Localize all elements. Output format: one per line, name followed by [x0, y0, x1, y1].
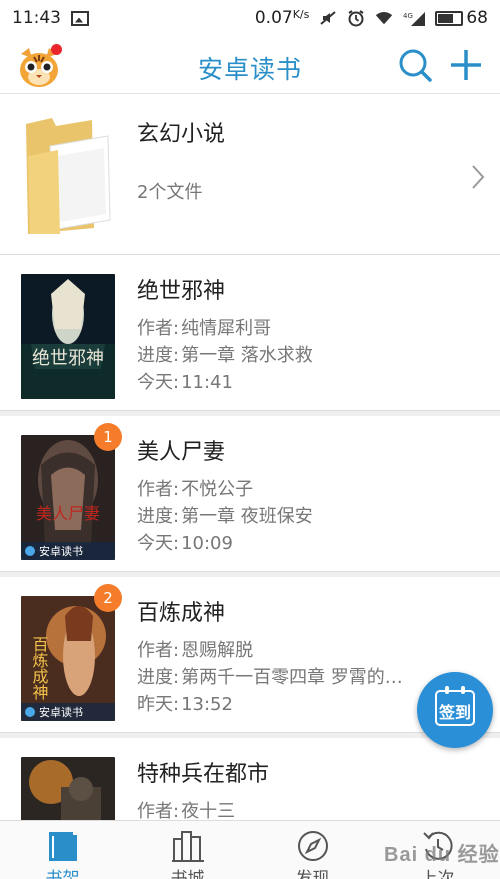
book-cover: 绝世邪神	[21, 274, 115, 399]
svg-text:百炼成神: 百炼成神	[30, 636, 49, 700]
watermark: Bai du 经验	[384, 844, 500, 866]
search-icon	[399, 49, 432, 82]
book-title: 绝世邪神	[137, 279, 226, 304]
folder-row[interactable]: 玄幻小说 2个文件	[0, 94, 500, 255]
add-button[interactable]	[449, 48, 483, 82]
sign-in-label: 签到	[438, 703, 471, 722]
bookstore-icon	[172, 831, 204, 862]
book-author: 作者: 恩赐解脱	[137, 640, 254, 661]
update-badge: 1	[94, 423, 122, 451]
book-author: 作者: 纯情犀利哥	[137, 318, 272, 339]
search-button[interactable]	[398, 48, 432, 82]
plus-icon	[451, 50, 481, 80]
book-cover: 百炼成神 安卓读书	[21, 596, 115, 721]
app-header: 安卓读书	[0, 36, 500, 94]
svg-text:4G: 4G	[403, 12, 413, 20]
status-time: 11:43	[12, 8, 61, 28]
book-item[interactable]: 美人尸妻 安卓读书 1 美人尸妻 作者: 不悦公子 进度: 第一章 夜班保安 今天:…	[0, 416, 500, 572]
svg-text:美人尸妻: 美人尸妻	[36, 504, 100, 523]
nav-label: 发现	[295, 869, 330, 879]
calendar-icon: 签到	[435, 686, 475, 726]
battery-indicator: 68	[435, 8, 488, 28]
folder-icon	[26, 118, 111, 234]
book-title: 特种兵在都市	[137, 762, 270, 787]
nav-bookstore[interactable]: 书城	[125, 821, 250, 879]
folder-title: 玄幻小说	[137, 122, 226, 147]
wifi-icon	[375, 9, 393, 27]
book-progress: 进度: 第一章 夜班保安	[137, 506, 313, 527]
book-title: 美人尸妻	[137, 440, 226, 465]
update-badge: 2	[94, 584, 122, 612]
cover-brand: 安卓读书	[21, 542, 115, 560]
status-bar: 11:43 0.07K/s 4G 68	[0, 0, 500, 36]
book-last-read: 昨天: 13:52	[137, 694, 233, 715]
chevron-right-icon	[472, 165, 485, 189]
nav-bookshelf[interactable]: 书架	[0, 821, 125, 879]
nav-discover[interactable]: 发现	[250, 821, 375, 879]
cover-brand: 安卓读书	[21, 703, 115, 721]
book-cover: 美人尸妻 安卓读书	[21, 435, 115, 560]
mute-icon	[319, 9, 337, 27]
svg-text:绝世邪神: 绝世邪神	[32, 348, 104, 369]
book-progress: 进度: 第两千一百零四章 罗霄的…	[137, 667, 403, 688]
alarm-icon	[347, 9, 365, 27]
nav-label: 书架	[45, 869, 80, 879]
signal-icon: 4G	[403, 9, 426, 27]
book-title: 百炼成神	[137, 601, 226, 626]
book-last-read: 今天: 10:09	[137, 533, 233, 554]
book-last-read: 今天: 11:41	[137, 372, 233, 393]
bookshelf-icon	[49, 832, 77, 861]
battery-percent: 68	[466, 8, 488, 28]
image-notification-icon	[71, 10, 89, 26]
network-speed: 0.07K/s	[254, 8, 310, 28]
sign-in-button[interactable]: 签到	[417, 672, 493, 748]
book-progress: 进度: 第一章 落水求救	[137, 345, 313, 366]
book-author: 作者: 不悦公子	[137, 479, 254, 500]
folder-file-count: 2个文件	[137, 182, 203, 203]
nav-label: 书城	[170, 869, 205, 879]
compass-icon	[298, 831, 328, 861]
book-item[interactable]: 绝世邪神 绝世邪神 作者: 纯情犀利哥 进度: 第一章 落水求救 今天: 11:41	[0, 255, 500, 411]
